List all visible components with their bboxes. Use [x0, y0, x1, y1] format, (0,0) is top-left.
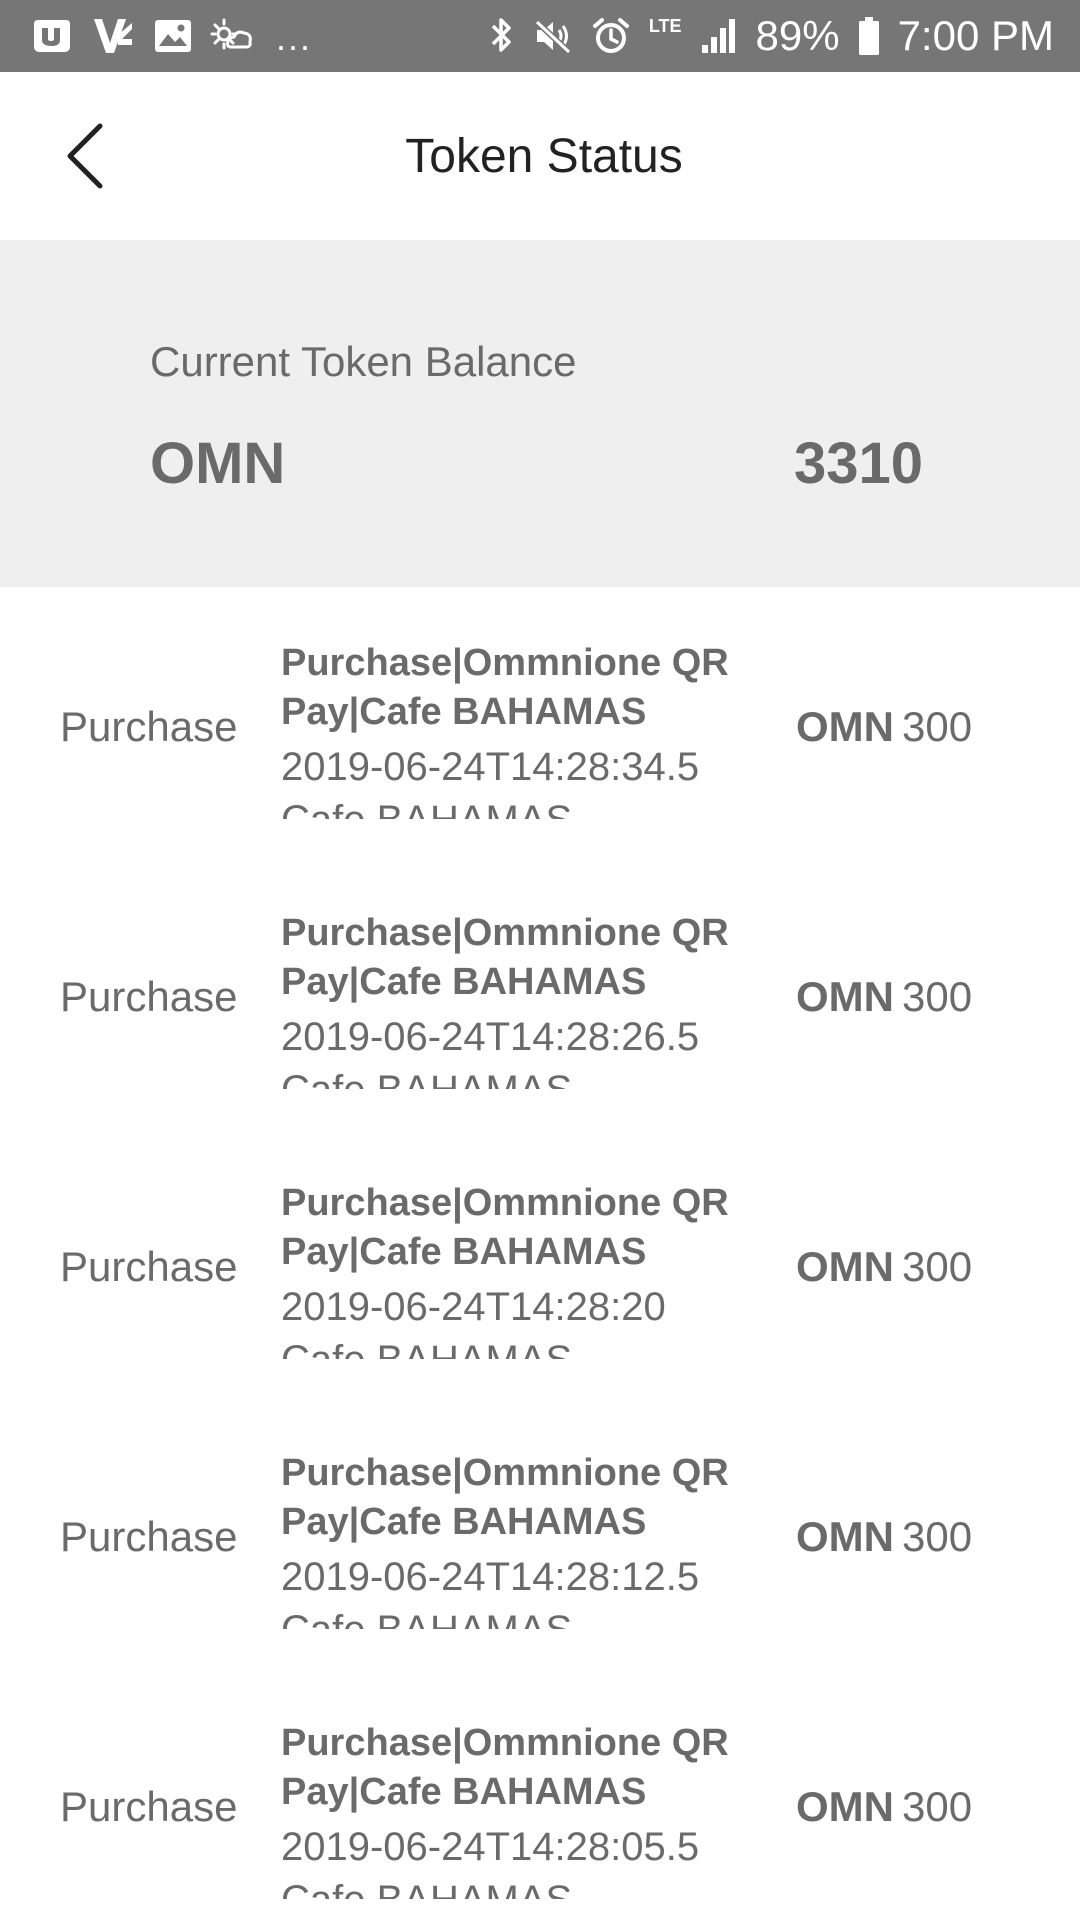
transaction-type: Purchase	[60, 703, 238, 750]
status-right-icons: LTE 89% 7:00 PM	[489, 14, 1054, 58]
transaction-type: Purchase	[60, 1783, 238, 1830]
network-type: LTE	[648, 16, 682, 36]
transaction-title: Purchase|Ommnione QR Pay|Cafe BAHAMAS	[281, 912, 729, 1003]
transaction-value: 300	[902, 1513, 973, 1560]
page-title: Token Status	[405, 129, 683, 183]
transaction-amount: OMN 300	[796, 1513, 972, 1561]
transaction-value: 300	[902, 1243, 973, 1290]
alarm-icon	[591, 14, 631, 58]
transaction-value: 300	[902, 703, 973, 750]
battery-percent: 89%	[755, 12, 840, 59]
transaction-title: Purchase|Ommnione QR Pay|Cafe BAHAMAS	[281, 1452, 729, 1543]
transaction-type: Purchase	[60, 973, 238, 1020]
overflow-indicator: ...	[276, 17, 313, 58]
transaction-currency: OMN	[796, 973, 894, 1020]
transaction-currency: OMN	[796, 1783, 894, 1830]
balance-amount: 3310	[794, 431, 924, 496]
transaction-list[interactable]: Purchase Purchase|Ommnione QR Pay|Cafe B…	[0, 587, 1080, 1920]
transaction-row[interactable]: Purchase Purchase|Ommnione QR Pay|Cafe B…	[0, 587, 1080, 857]
bluetooth-icon	[489, 14, 515, 58]
transaction-date: 2019-06-24T14:28:34.5	[281, 745, 700, 789]
transaction-date: 2019-06-24T14:28:05.5	[281, 1825, 700, 1869]
balance-card: Current Token Balance OMN 3310	[0, 240, 1080, 587]
transaction-row[interactable]: Purchase Purchase|Ommnione QR Pay|Cafe B…	[0, 1397, 1080, 1667]
status-bar: ... LTE 89% 7:00 PM	[0, 0, 1080, 72]
transaction-merchant: Cafe BAHAMAS	[281, 794, 761, 819]
transaction-amount: OMN 300	[796, 1243, 972, 1291]
transaction-row[interactable]: Purchase Purchase|Ommnione QR Pay|Cafe B…	[0, 1667, 1080, 1920]
balance-currency: OMN	[150, 431, 286, 496]
transaction-detail: Purchase|Ommnione QR Pay|Cafe BAHAMAS 20…	[281, 1449, 761, 1629]
transaction-value: 300	[902, 973, 973, 1020]
transaction-merchant: Cafe BAHAMAS	[281, 1874, 761, 1899]
transaction-amount: OMN 300	[796, 1783, 972, 1831]
transaction-type: Purchase	[60, 1513, 238, 1560]
transaction-currency: OMN	[796, 1513, 894, 1560]
transaction-merchant: Cafe BAHAMAS	[281, 1064, 761, 1089]
transaction-title: Purchase|Ommnione QR Pay|Cafe BAHAMAS	[281, 1722, 729, 1813]
app-bar: Token Status	[0, 72, 1080, 240]
battery-icon	[858, 14, 880, 58]
transaction-date: 2019-06-24T14:28:12.5	[281, 1555, 700, 1599]
mute-icon	[533, 14, 573, 58]
transaction-currency: OMN	[796, 703, 894, 750]
transaction-row[interactable]: Purchase Purchase|Ommnione QR Pay|Cafe B…	[0, 857, 1080, 1127]
clock: 7:00 PM	[897, 12, 1054, 59]
transaction-title: Purchase|Ommnione QR Pay|Cafe BAHAMAS	[281, 1182, 729, 1273]
transaction-merchant: Cafe BAHAMAS	[281, 1334, 761, 1359]
transaction-merchant: Cafe BAHAMAS	[281, 1604, 761, 1629]
transaction-detail: Purchase|Ommnione QR Pay|Cafe BAHAMAS 20…	[281, 639, 761, 819]
image-icon	[154, 14, 192, 58]
status-left-icons: ...	[30, 14, 312, 58]
brand-icon	[30, 14, 74, 58]
transaction-title: Purchase|Ommnione QR Pay|Cafe BAHAMAS	[281, 642, 729, 733]
transaction-detail: Purchase|Ommnione QR Pay|Cafe BAHAMAS 20…	[281, 909, 761, 1089]
transaction-row[interactable]: Purchase Purchase|Ommnione QR Pay|Cafe B…	[0, 1127, 1080, 1397]
transaction-date: 2019-06-24T14:28:26.5	[281, 1015, 700, 1059]
transaction-detail: Purchase|Ommnione QR Pay|Cafe BAHAMAS 20…	[281, 1179, 761, 1359]
balance-label: Current Token Balance	[150, 338, 577, 385]
transaction-detail: Purchase|Ommnione QR Pay|Cafe BAHAMAS 20…	[281, 1719, 761, 1899]
transaction-date: 2019-06-24T14:28:20	[281, 1285, 666, 1329]
transaction-amount: OMN 300	[796, 703, 972, 751]
lte-icon: LTE	[649, 14, 682, 58]
transaction-currency: OMN	[796, 1243, 894, 1290]
weather-icon	[210, 14, 254, 58]
transaction-value: 300	[902, 1783, 973, 1830]
signal-icon	[700, 14, 738, 58]
transaction-amount: OMN 300	[796, 973, 972, 1021]
app-v-icon	[92, 14, 136, 58]
transaction-type: Purchase	[60, 1243, 238, 1290]
